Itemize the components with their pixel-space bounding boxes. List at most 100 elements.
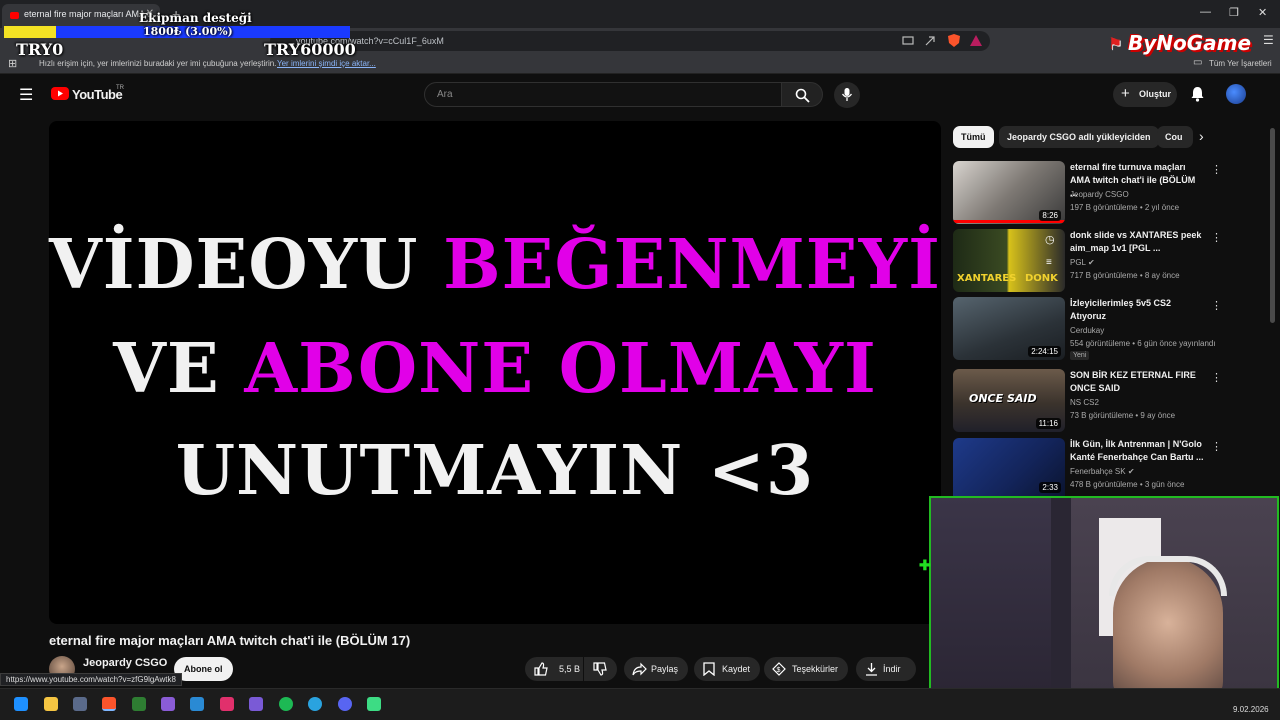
rec-channel[interactable]: Fenerbahçe SK ✔ [1070, 467, 1135, 476]
vscode-icon[interactable] [190, 697, 204, 711]
hamburger-menu-icon[interactable]: ☰ [19, 85, 33, 105]
rec-item[interactable]: XANTARES DONK ◷ ≡ donk slide vs XANTARES… [953, 229, 1223, 293]
browser-menu-icon[interactable]: ☰ [1263, 33, 1274, 47]
create-button[interactable]: + Oluştur [1113, 82, 1177, 107]
pen-tool-icon[interactable] [249, 697, 263, 711]
microphone-icon [841, 88, 853, 101]
subscribe-label: Abone ol [184, 664, 223, 674]
download-button[interactable]: İndir [856, 657, 916, 681]
instagram-icon[interactable] [220, 697, 234, 711]
restore-icon[interactable]: ❐ [1229, 6, 1239, 19]
search-placeholder: Ara [437, 89, 453, 100]
app-icon[interactable] [132, 697, 146, 711]
video-player[interactable]: VİDEOYU BEĞENMEYİ VE ABONE OLMAYI UNUTMA… [49, 121, 941, 624]
rec-title[interactable]: SON BİR KEZ ETERNAL FIRE ONCE SAID [1070, 369, 1204, 395]
thumb-text-donk: DONK [1025, 273, 1058, 284]
like-button[interactable]: 5,5 B [525, 657, 583, 681]
discord-icon[interactable] [338, 697, 352, 711]
avatar[interactable] [1226, 84, 1246, 104]
app-icon[interactable] [73, 697, 87, 711]
more-options-icon[interactable]: ⋮ [1211, 371, 1222, 384]
youtube-logo-icon[interactable] [51, 87, 69, 100]
telegram-icon[interactable] [308, 697, 322, 711]
all-bookmarks[interactable]: Tüm Yer İşaretleri [1209, 59, 1272, 68]
file-explorer-icon[interactable] [44, 697, 58, 711]
chip-all-label: Tümü [961, 132, 986, 142]
channel-name[interactable]: Jeopardy CSGO [83, 657, 167, 669]
save-button[interactable]: Kaydet [694, 657, 761, 681]
chip-all[interactable]: Tümü [953, 126, 994, 148]
rec-item[interactable]: 2:33 İlk Gün, İlk Antrenman | N'Golo Kan… [953, 438, 1223, 496]
folder-icon: ▭ [1193, 57, 1203, 68]
search-input[interactable]: Ara [424, 82, 782, 107]
rec-thumbnail[interactable]: ONCE SAID 11:16 [953, 369, 1065, 432]
rec-channel[interactable]: PGL ✔ [1070, 258, 1095, 267]
new-badge: Yeni [1070, 351, 1090, 360]
search-icon [795, 88, 810, 103]
rec-meta: 478 B görüntüleme • 3 gün önce [1070, 480, 1185, 489]
rec-item[interactable]: ONCE SAID 11:16 SON BİR KEZ ETERNAL FIRE… [953, 369, 1223, 433]
rec-channel[interactable]: Jeopardy CSGO [1070, 190, 1129, 199]
spotify-icon[interactable] [279, 697, 293, 711]
rec-item[interactable]: 2:24:15 İzleyicilerimleş 5v5 CS2 Atıyoru… [953, 297, 1223, 367]
rec-title[interactable]: İlk Gün, İlk Antrenman | N'Golo Kanté Fe… [1070, 438, 1204, 464]
thanks-button[interactable]: $ Teşekkürler [764, 657, 849, 681]
brave-browser-icon[interactable] [102, 697, 116, 711]
more-options-icon[interactable]: ⋮ [1211, 231, 1222, 244]
import-bookmarks-link[interactable]: Yer imlerini şimdi içe aktar... [277, 59, 376, 68]
youtube-logo-text[interactable]: YouTube [72, 87, 123, 102]
rec-thumbnail[interactable]: 8:26 [953, 161, 1065, 224]
add-to-queue-icon[interactable]: ≡ [1046, 257, 1052, 268]
rec-thumbnail[interactable]: 2:24:15 [953, 297, 1065, 360]
share-page-icon[interactable] [924, 35, 936, 47]
taskbar-date: 9.02.2026 [1233, 705, 1269, 714]
rec-thumbnail[interactable]: 2:33 [953, 438, 1065, 496]
like-count: 5,5 B [559, 664, 581, 674]
more-options-icon[interactable]: ⋮ [1211, 163, 1222, 176]
svg-text:$: $ [777, 667, 781, 674]
address-bar[interactable]: youtube.com/watch?v=cCul1F_6uxM [270, 31, 990, 51]
player-line-3: UNUTMAYIN <3 [175, 431, 815, 511]
voice-search-button[interactable] [834, 82, 860, 108]
plus-icon: + [1121, 85, 1130, 102]
player-line-2-magenta: ABONE OLMAYI [244, 329, 877, 409]
verified-icon: ✔ [1087, 258, 1095, 267]
thanks-label: Teşekkürler [792, 664, 839, 674]
tab-youtube[interactable]: eternal fire major maçları AMA t ✕ [2, 4, 160, 28]
rec-channel[interactable]: Cerdukay [1070, 326, 1104, 335]
subscribe-button[interactable]: Abone ol [174, 657, 233, 681]
thumb-text-once-said: ONCE SAID [969, 392, 1037, 405]
windows-start-icon[interactable] [14, 697, 28, 711]
chip-uploader[interactable]: Jeopardy CSGO adlı yükleyiciden [999, 126, 1159, 148]
share-button[interactable]: Paylaş [624, 657, 689, 681]
rec-thumbnail[interactable]: XANTARES DONK ◷ ≡ [953, 229, 1065, 292]
bookmarks-bar: ⊞ Hızlı erişim için, yer imlerinizi bura… [0, 54, 1280, 74]
status-url: https://www.youtube.com/watch?v=zfG9lgAw… [0, 673, 182, 686]
more-options-icon[interactable]: ⋮ [1211, 440, 1222, 453]
rec-item[interactable]: 8:26 eternal fire turnuva maçları AMA tw… [953, 161, 1223, 225]
donation-progress-fill [4, 26, 56, 38]
brave-shield-icon[interactable] [947, 33, 961, 48]
rec-meta: 197 B görüntüleme • 2 yıl önce [1070, 203, 1180, 212]
notifications-bell-icon[interactable] [1190, 86, 1205, 102]
more-options-icon[interactable]: ⋮ [1211, 299, 1222, 312]
rec-title[interactable]: donk slide vs XANTARES peek aim_map 1v1 … [1070, 229, 1204, 255]
rec-channel[interactable]: NS CS2 [1070, 398, 1099, 407]
save-label: Kaydet [722, 664, 751, 674]
rec-meta: 554 görüntüleme • 6 gün önce yayınlandı [1070, 339, 1216, 348]
chevron-right-icon[interactable]: › [1199, 128, 1204, 144]
close-window-icon[interactable]: ✕ [1258, 6, 1267, 19]
chip-cou[interactable]: Cou [1157, 126, 1193, 148]
minimize-icon[interactable]: — [1200, 6, 1211, 18]
search-button[interactable] [781, 82, 823, 107]
player-line-1: VİDEOYU BEĞENMEYİ [49, 225, 941, 305]
watch-later-icon[interactable]: ◷ [1045, 233, 1055, 246]
dislike-button[interactable] [584, 657, 617, 681]
rec-title[interactable]: İzleyicilerimleş 5v5 CS2 Atıyoruz [1070, 297, 1204, 323]
brave-rewards-icon[interactable] [969, 34, 983, 47]
super-thanks-icon: $ [772, 662, 786, 676]
visual-studio-icon[interactable] [161, 697, 175, 711]
app-icon[interactable] [367, 697, 381, 711]
scrollbar[interactable] [1270, 128, 1275, 323]
cast-icon[interactable] [902, 35, 914, 47]
